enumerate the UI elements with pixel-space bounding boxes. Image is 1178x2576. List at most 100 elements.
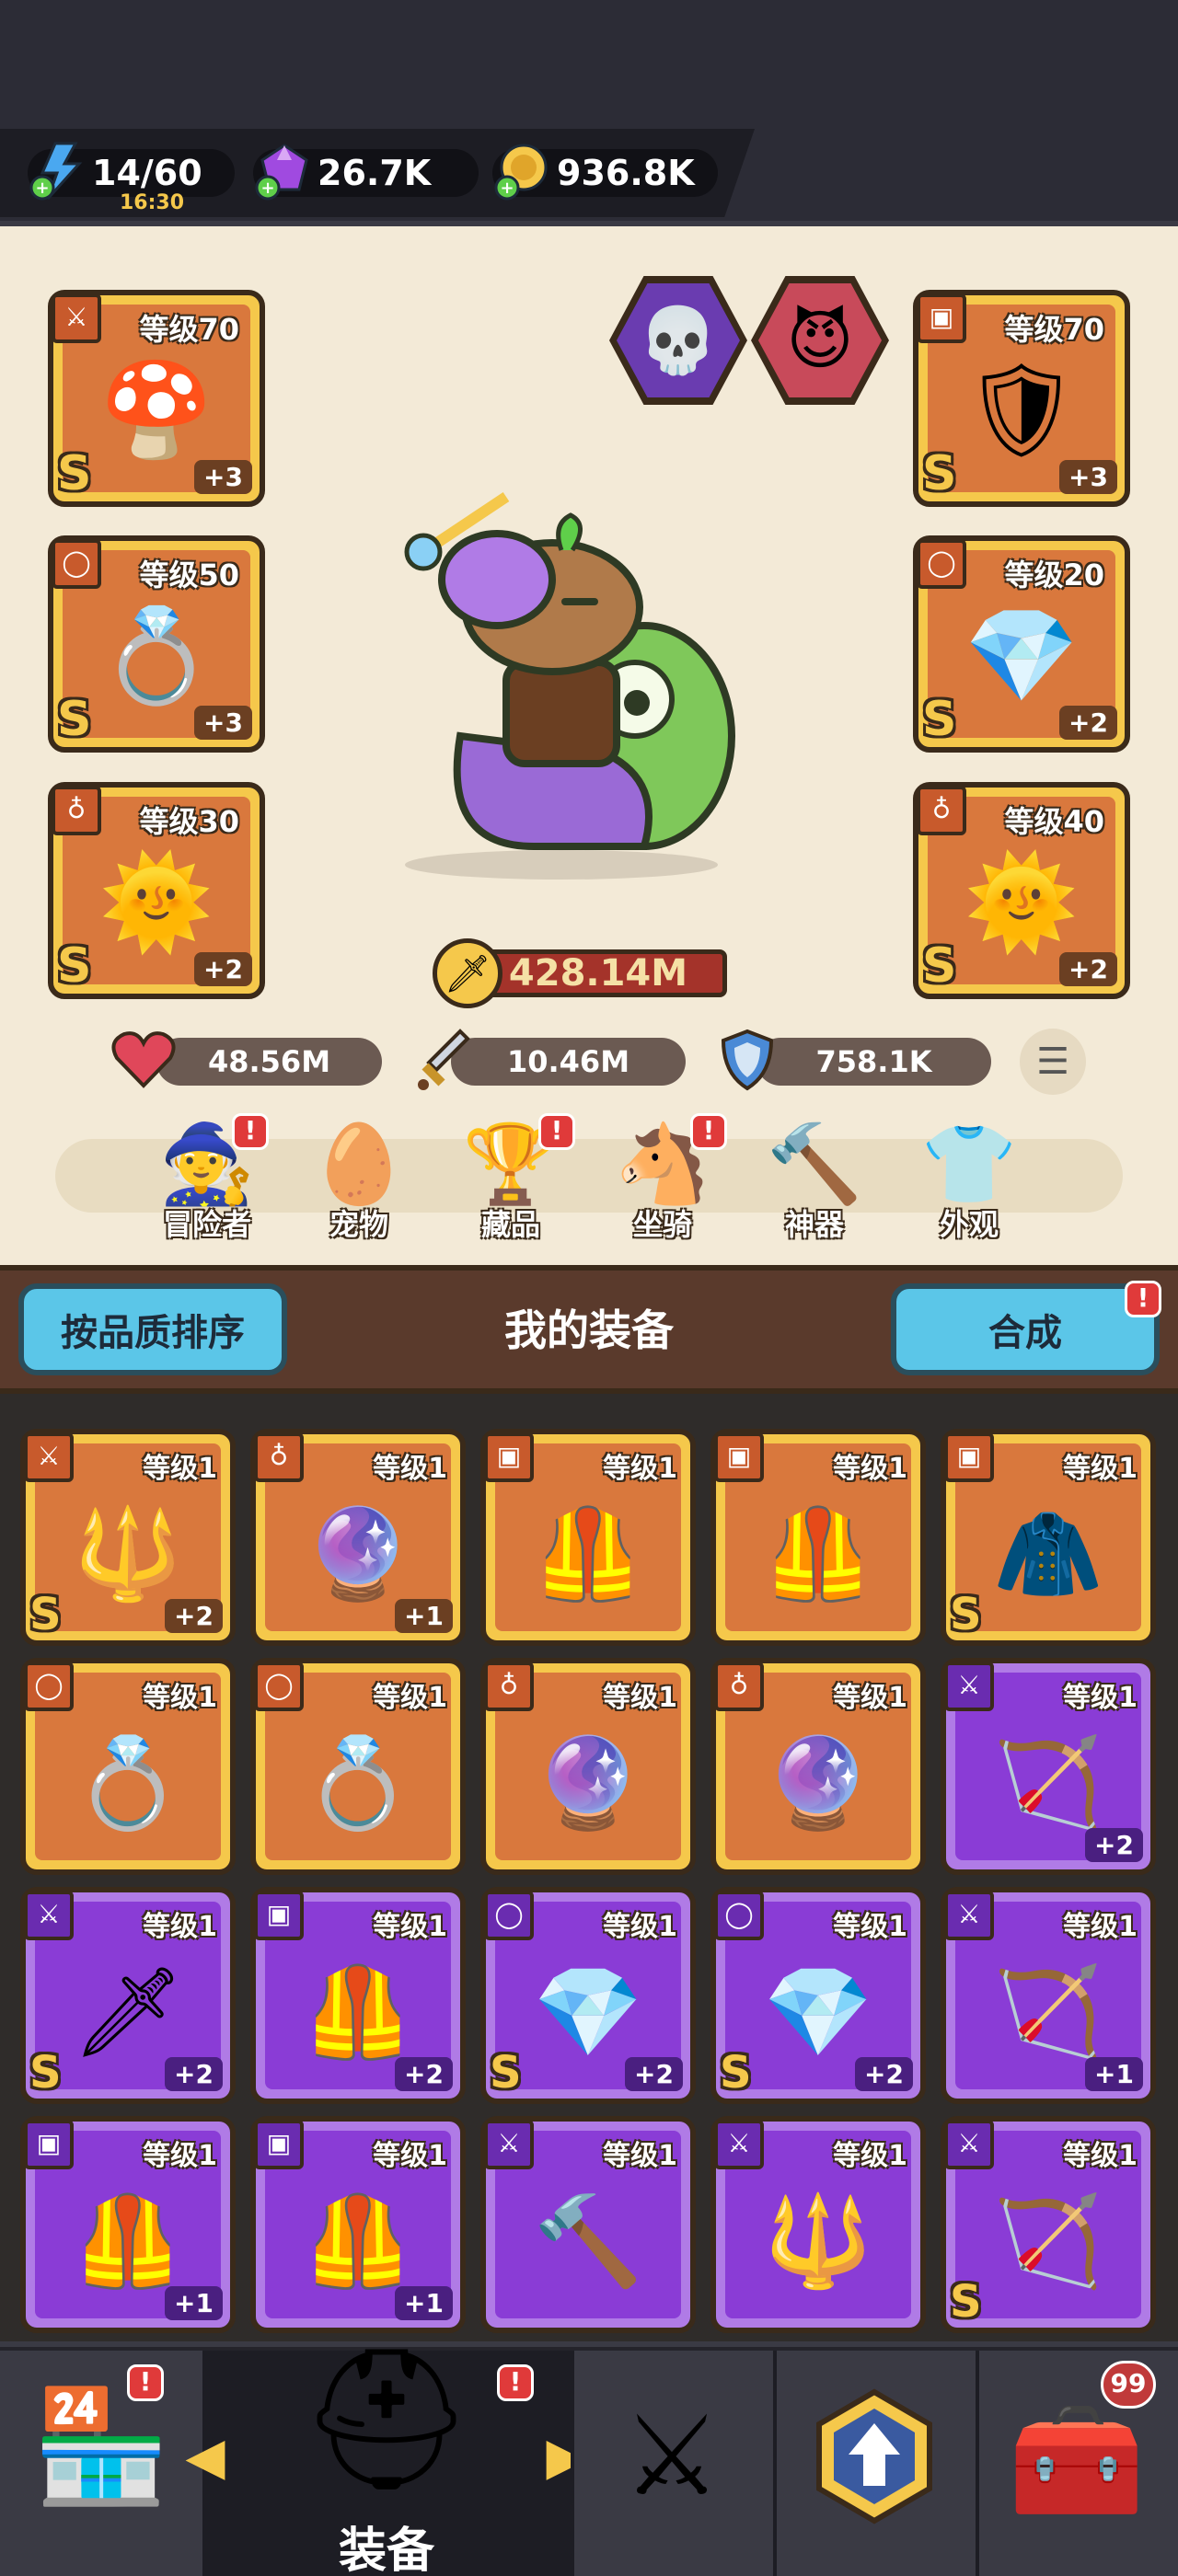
pet-egg-icon: 🥚 xyxy=(310,1119,408,1209)
alert-badge: ! xyxy=(690,1113,727,1150)
nav-tab-label: 装备 xyxy=(338,2524,434,2576)
inventory-item[interactable]: 🗡 ⚔ 等级1 S +2 xyxy=(20,1887,236,2104)
stat-log-button[interactable]: ☰ xyxy=(1020,1029,1086,1095)
item-plus: +3 xyxy=(194,460,252,494)
equip-slot-weapon[interactable]: 🍄 ⚔ 等级70 S +3 xyxy=(48,290,265,507)
inventory-item[interactable]: 💎 ◯ 等级1 S +2 xyxy=(480,1887,696,2104)
inventory-item[interactable]: 🦺 ▣ 等级1 xyxy=(480,1429,696,1646)
svg-text:+: + xyxy=(500,178,514,198)
inventory-item[interactable]: 🔮 ♁ 等级1 xyxy=(480,1658,696,1875)
inventory-item[interactable]: 🦺 ▣ 等级1 xyxy=(710,1429,926,1646)
equip-slot-ring-right[interactable]: 💎 ◯ 等级20 S +2 xyxy=(913,535,1130,753)
ring-icon: ◯ xyxy=(917,539,966,589)
bone-crossbow-icon: 🏹 xyxy=(993,1960,1103,2064)
inventory-item[interactable]: 🔮 ♁ 等级1 +1 xyxy=(250,1429,466,1646)
item-plus: +1 xyxy=(395,2286,453,2320)
gem-icon: + xyxy=(255,144,308,201)
crossed-swords-icon: ⚔ xyxy=(622,2392,722,2521)
hp-stat: 48.56M xyxy=(156,1038,382,1086)
inventory-item[interactable]: 🔱 ⚔ 等级1 xyxy=(710,2116,926,2333)
inventory-item[interactable]: 💎 ◯ 等级1 S +2 xyxy=(710,1887,926,2104)
inventory-item[interactable]: 🔨 ⚔ 等级1 xyxy=(480,2116,696,2333)
item-level: 等级1 xyxy=(143,2140,217,2172)
inventory-item[interactable]: 🏹 ⚔ 等级1 +1 xyxy=(941,1887,1156,2104)
inventory-item[interactable]: 🏹 ⚔ 等级1 S xyxy=(941,2116,1156,2333)
alert-badge: ! xyxy=(538,1113,575,1150)
item-level: 等级1 xyxy=(603,1682,677,1714)
armor-icon: ▣ xyxy=(254,2120,304,2169)
chest-count-badge: 99 xyxy=(1101,2361,1156,2409)
inventory-item[interactable]: 🦺 ▣ 等级1 +2 xyxy=(250,1887,466,2104)
necklace-icon: ♁ xyxy=(484,1662,534,1711)
equip-slot-ring-left[interactable]: 💍 ◯ 等级50 S +3 xyxy=(48,535,265,753)
item-level: 等级40 xyxy=(1004,804,1104,839)
power-value: 428.14M xyxy=(469,949,727,997)
gold-ring-icon: 💍 xyxy=(303,1731,413,1834)
item-plus: +2 xyxy=(165,1599,223,1633)
energy-counter[interactable]: + 14/60 16:30 xyxy=(28,142,235,214)
item-level: 等级1 xyxy=(833,1682,907,1714)
alert-badge: ! xyxy=(232,1113,269,1150)
item-level: 等级1 xyxy=(1063,1682,1138,1714)
subnav-pet[interactable]: 🥚 宠物 xyxy=(299,1113,419,1251)
inventory-item[interactable]: 🔱 ⚔ 等级1 S +2 xyxy=(20,1429,236,1646)
item-level: 等级1 xyxy=(1063,1911,1138,1943)
outfit-icon: 👕 xyxy=(920,1119,1018,1209)
equip-slot-necklace-left[interactable]: 🌞 ♁ 等级30 S +2 xyxy=(48,782,265,999)
item-plus: +3 xyxy=(194,706,252,740)
inventory-item[interactable]: 🦺 ▣ 等级1 +1 xyxy=(250,2116,466,2333)
item-level: 等级1 xyxy=(833,1453,907,1485)
subnav-artifact[interactable]: 🔨 神器 xyxy=(755,1113,874,1251)
upgrade-arrow-icon xyxy=(816,2388,932,2524)
item-grade: S xyxy=(490,2047,522,2099)
golden-mace-icon: 🔱 xyxy=(73,1501,183,1605)
inventory-item[interactable]: 🧥 ▣ 等级1 S xyxy=(941,1429,1156,1646)
section-title: 我的装备 xyxy=(504,1305,674,1355)
demon-icon: 😈 xyxy=(758,283,882,397)
sword-icon: ⚔ xyxy=(714,2120,764,2169)
inventory-item[interactable]: 🏹 ⚔ 等级1 +2 xyxy=(941,1658,1156,1875)
equip-slot-necklace-right[interactable]: 🌞 ♁ 等级40 S +2 xyxy=(913,782,1130,999)
item-level: 等级1 xyxy=(373,1682,447,1714)
item-grade: S xyxy=(57,938,92,994)
item-plus: +2 xyxy=(194,952,252,986)
sword-stat-icon xyxy=(409,1025,479,1095)
necklace-icon: ♁ xyxy=(254,1432,304,1482)
inventory-item[interactable]: 💍 ◯ 等级1 xyxy=(20,1658,236,1875)
equip-slot-armor[interactable]: 🛡 ▣ 等级70 S +3 xyxy=(913,290,1130,507)
item-level: 等级1 xyxy=(1063,1453,1138,1485)
purple-cloak-icon: 🧥 xyxy=(993,1501,1103,1605)
item-level: 等级30 xyxy=(139,804,239,839)
item-level: 等级20 xyxy=(1004,558,1104,592)
leather-vest-icon: 🦺 xyxy=(73,2189,183,2293)
svg-text:+: + xyxy=(35,178,49,198)
sun-amulet-icon: 🌞 xyxy=(964,848,1080,957)
item-level: 等级50 xyxy=(139,558,239,592)
green-crossbow-icon: 🏹 xyxy=(993,2189,1103,2293)
subnav-outfit[interactable]: 👕 外观 xyxy=(909,1113,1029,1251)
chevron-left-icon[interactable]: ◀ xyxy=(182,2427,228,2487)
item-level: 等级1 xyxy=(143,1453,217,1485)
item-plus: +1 xyxy=(1085,2057,1143,2091)
item-plus: +2 xyxy=(165,2057,223,2091)
merge-button[interactable]: 合成 xyxy=(891,1283,1160,1375)
ring-icon: ◯ xyxy=(714,1891,764,1940)
energy-timer: 16:30 xyxy=(120,191,185,214)
inventory-item[interactable]: 🦺 ▣ 等级1 +1 xyxy=(20,2116,236,2333)
leather-vest-icon: 🦺 xyxy=(303,1960,413,2064)
gold-ring-icon: 💍 xyxy=(73,1731,183,1834)
attack-stat: 10.46M xyxy=(451,1038,686,1086)
item-level: 等级1 xyxy=(833,1911,907,1943)
gem-counter[interactable]: + 26.7K xyxy=(253,144,479,201)
item-level: 等级1 xyxy=(143,1911,217,1943)
sort-by-quality-button[interactable]: 按品质排序 xyxy=(18,1283,287,1375)
item-plus: +2 xyxy=(395,2057,453,2091)
alert-badge: ! xyxy=(1125,1281,1161,1317)
item-plus: +2 xyxy=(1059,706,1117,740)
necklace-icon: ♁ xyxy=(714,1662,764,1711)
item-grade: S xyxy=(922,446,957,501)
gold-counter[interactable]: + 936.8K xyxy=(492,144,718,201)
inventory-item[interactable]: 🔮 ♁ 等级1 xyxy=(710,1658,926,1875)
armor-icon: ▣ xyxy=(24,2120,74,2169)
inventory-item[interactable]: 💍 ◯ 等级1 xyxy=(250,1658,466,1875)
